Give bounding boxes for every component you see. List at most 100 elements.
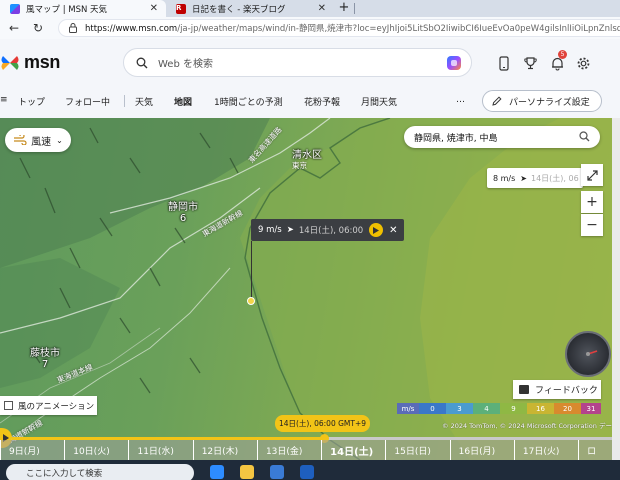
notification-badge: 5	[558, 50, 567, 59]
timeline-day-selected[interactable]: 14日(土)	[321, 440, 386, 460]
nav-item-monthly[interactable]: 月間天気	[361, 95, 397, 108]
personalize-label: パーソナライズ設定	[509, 97, 590, 108]
city-wind-value: 7	[41, 359, 49, 370]
city-name: 藤枝市	[30, 348, 60, 359]
map-copyright: © 2024 TomTom, © 2024 Microsoft Corporat…	[442, 422, 612, 430]
wind-icon	[14, 135, 27, 145]
new-tab-button[interactable]: +	[334, 0, 354, 17]
feedback-label: フィードバック	[535, 386, 598, 396]
timeline-day[interactable]: 16日(月)	[449, 440, 514, 460]
zoom-in-button[interactable]: +	[581, 191, 603, 213]
url-field[interactable]: https://www.msn.com/ja-jp/weather/maps/w…	[58, 19, 620, 37]
legend-stop: 20	[554, 403, 581, 414]
windows-taskbar: ここに入力して検索	[0, 460, 620, 480]
wind-layer-dropdown[interactable]: 風速 ⌄	[5, 128, 71, 152]
refresh-icon[interactable]: ↻	[28, 18, 48, 38]
trophy-icon[interactable]	[520, 53, 540, 73]
nav-item-hourly[interactable]: 1時間ごとの予測	[214, 95, 283, 108]
timeline-day[interactable]: 12日(木)	[192, 440, 257, 460]
feedback-icon	[519, 385, 529, 394]
timeline-day[interactable]: 11日(水)	[128, 440, 193, 460]
back-button[interactable]: ←	[4, 18, 24, 38]
wind-map[interactable]: 静岡市 6 藤枝市 7 清水区 東名高速道路 東海道新幹線 東海道本線 東海道新…	[0, 118, 612, 460]
nav-item-weather[interactable]: 天気	[135, 95, 153, 108]
animation-checkbox[interactable]	[4, 401, 13, 410]
store-taskbar-icon[interactable]	[270, 465, 284, 479]
nav-item-following[interactable]: フォロー中	[65, 95, 110, 108]
address-bar-row: ← ↻ https://www.msn.com/ja-jp/weather/ma…	[0, 17, 620, 39]
direction-arrow-icon: ➤	[286, 225, 294, 235]
nav-item-pollen[interactable]: 花粉予報	[304, 95, 340, 108]
page-scrollbar[interactable]	[612, 118, 620, 460]
chevron-down-icon: ⌄	[56, 135, 63, 145]
wind-tooltip: 9 m/s ➤ 14日(土), 06:00 ✕	[251, 219, 404, 241]
web-search-box[interactable]: Web を検索	[123, 48, 472, 77]
compass-icon[interactable]	[565, 331, 611, 377]
timeline-day[interactable]: 17日(火)	[513, 440, 579, 460]
close-tab-icon[interactable]: ✕	[318, 3, 326, 14]
timeline-day[interactable]: 15日(日)	[385, 440, 450, 460]
nav-more-button[interactable]: …	[456, 95, 465, 105]
nav-menu-icon[interactable]: ≡	[0, 95, 8, 105]
copilot-icon[interactable]	[445, 54, 463, 72]
tooltip-time: 14日(土), 06:00	[298, 226, 364, 236]
lock-icon	[69, 23, 77, 33]
legend-unit: m/s	[397, 403, 419, 414]
timeline-day[interactable]: 9日(月)	[0, 440, 65, 460]
legend-stop: 9	[500, 403, 527, 414]
city-name: 清水区	[292, 150, 322, 161]
tab-title: 風マップ | MSN 天気	[26, 4, 108, 15]
search-placeholder: Web を検索	[158, 59, 213, 70]
taskbar-search[interactable]: ここに入力して検索	[6, 464, 194, 480]
url-host: https://www.msn.com	[85, 24, 178, 34]
tab-rakuten-blog[interactable]: R 日記を書く - 楽天ブログ ✕	[168, 0, 334, 17]
nav-item-top[interactable]: トップ	[18, 95, 45, 108]
road-label-east: 東京	[292, 161, 307, 170]
close-tab-icon[interactable]: ✕	[150, 3, 158, 14]
settings-gear-icon[interactable]	[573, 53, 593, 73]
timeline-day[interactable]: ロ	[578, 440, 612, 460]
personalize-button[interactable]: パーソナライズ設定	[482, 90, 602, 112]
mail-taskbar-icon[interactable]	[300, 465, 314, 479]
city-label-fujieda: 藤枝市 7	[30, 344, 60, 370]
fullscreen-icon[interactable]	[581, 164, 603, 186]
phone-icon[interactable]	[494, 53, 514, 73]
tab-wind-map[interactable]: 風マップ | MSN 天気 ✕	[0, 0, 166, 17]
legend-stop: 4	[473, 403, 500, 414]
wind-readout: 8 m/s ➤ 14日(土), 06	[487, 168, 583, 188]
play-icon[interactable]	[369, 223, 384, 237]
map-location-search[interactable]: 静岡県, 焼津市, 中島	[404, 126, 600, 148]
wind-animation-toggle[interactable]: 風のアニメーション	[0, 396, 97, 415]
nav-item-maps[interactable]: 地図	[174, 95, 192, 108]
msn-favicon-icon	[10, 3, 20, 14]
wind-legend: m/s 0 3 4 9 16 20 31	[397, 403, 601, 414]
legend-stop: 0	[419, 403, 446, 414]
url-path: /ja-jp/weather/maps/wind/in-静岡県,焼津市?loc=…	[177, 24, 620, 34]
legend-stop: 31	[581, 403, 601, 414]
city-label-shimizu: 清水区	[292, 146, 322, 161]
timeline-day[interactable]: 13日(金)	[256, 440, 322, 460]
direction-arrow-icon: ➤	[520, 173, 527, 183]
folder-taskbar-icon[interactable]	[240, 465, 254, 479]
legend-stop: 16	[527, 403, 554, 414]
pen-icon	[492, 96, 502, 106]
msn-logo[interactable]: msn	[0, 52, 60, 73]
taskbar-search-placeholder: ここに入力して検索	[26, 469, 103, 479]
feedback-button[interactable]: フィードバック	[513, 380, 601, 399]
map-search-value: 静岡県, 焼津市, 中島	[414, 133, 498, 144]
readout-time: 14日(土), 06	[531, 173, 579, 183]
nav-separator	[124, 95, 125, 107]
timeline-current-time: 14日(土), 06:00 GMT+9	[275, 415, 370, 432]
timeline-day[interactable]: 10日(火)	[64, 440, 129, 460]
notifications-bell-icon[interactable]: 5	[547, 50, 567, 73]
rakuten-favicon-icon: R	[176, 3, 186, 14]
tab-divider	[354, 3, 355, 14]
city-label-shizuoka: 静岡市 6	[168, 198, 198, 224]
edge-taskbar-icon[interactable]	[210, 465, 224, 479]
location-pin[interactable]	[247, 297, 255, 305]
search-icon[interactable]	[579, 131, 590, 142]
zoom-out-button[interactable]: −	[581, 214, 603, 236]
category-nav: ≡ トップ フォロー中 天気 地図 1時間ごとの予測 花粉予報 月間天気 … パ…	[0, 85, 620, 118]
close-icon[interactable]: ✕	[389, 225, 397, 236]
animation-label: 風のアニメーション	[18, 401, 95, 412]
